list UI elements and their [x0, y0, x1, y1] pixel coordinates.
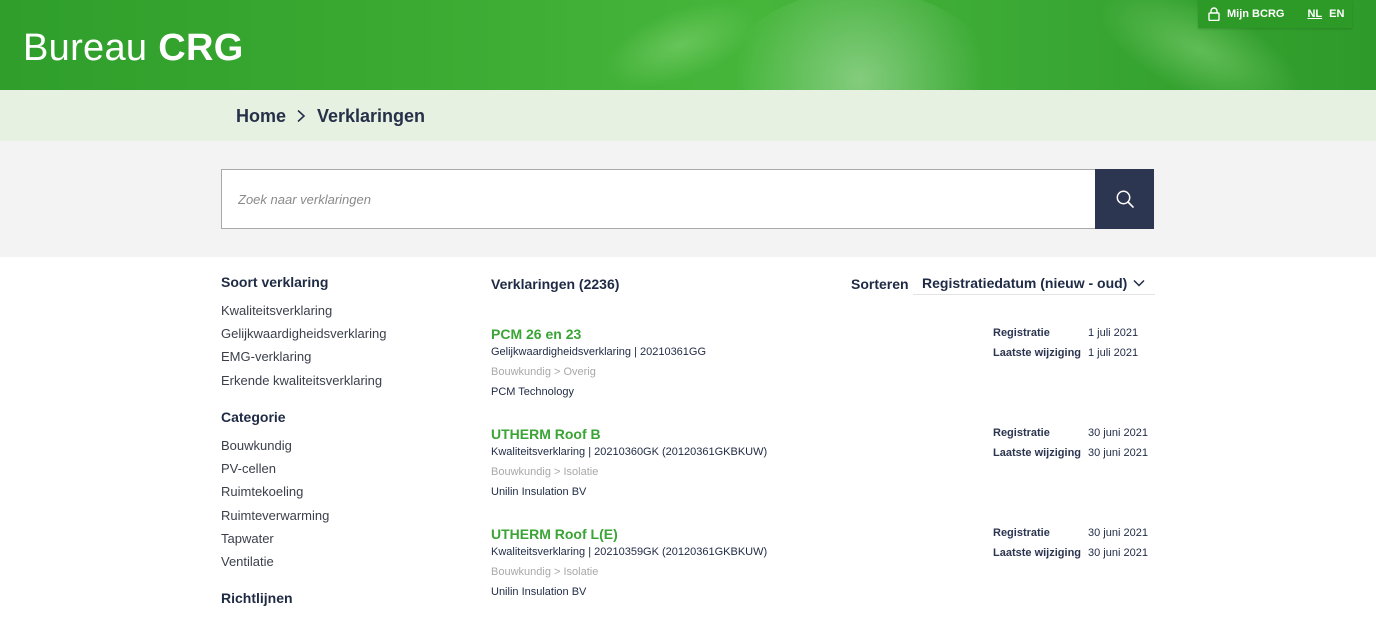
result-type-line: Kwaliteitsverklaring | 20210359GK (20120… [491, 546, 768, 558]
results-count-title: Verklaringen (2236) [491, 276, 620, 292]
lock-icon [1208, 7, 1220, 21]
filter-item-ruimteverwarming[interactable]: Ruimteverwarming [221, 508, 329, 523]
language-en-link[interactable]: EN [1329, 8, 1344, 20]
wijziging-label: Laatste wijziging [993, 447, 1082, 459]
filter-item-ruimtekoeling[interactable]: Ruimtekoeling [221, 484, 303, 499]
registratie-label: Registratie [993, 527, 1050, 539]
breadcrumb-home-link[interactable]: Home [236, 106, 286, 127]
site-logo[interactable]: Bureau CRG [23, 27, 244, 70]
result-type-line: Kwaliteitsverklaring | 20210360GK (20120… [491, 446, 768, 458]
filter-item-emg-verklaring[interactable]: EMG-verklaring [221, 349, 311, 364]
wijziging-date: 30 juni 2021 [1088, 447, 1148, 459]
filter-heading-categorie: Categorie [221, 409, 286, 425]
chevron-down-icon [1133, 279, 1145, 287]
result-company: PCM Technology [491, 386, 574, 398]
result-type-line: Gelijkwaardigheidsverklaring | 20210361G… [491, 346, 707, 358]
wijziging-date: 30 juni 2021 [1088, 547, 1148, 559]
filter-item-ventilatie[interactable]: Ventilatie [221, 554, 274, 569]
search-button[interactable] [1095, 169, 1154, 229]
filter-item-kwaliteitsverklaring[interactable]: Kwaliteitsverklaring [221, 303, 332, 318]
result-company: Unilin Insulation BV [491, 586, 587, 598]
filter-heading-richtlijnen: Richtlijnen [221, 590, 293, 606]
search-icon [1116, 190, 1134, 208]
registratie-date: 30 juni 2021 [1088, 427, 1148, 439]
registratie-date: 1 juli 2021 [1088, 327, 1139, 339]
filter-item-pv-cellen[interactable]: PV-cellen [221, 461, 276, 476]
wijziging-label: Laatste wijziging [993, 347, 1082, 359]
filter-heading-soort: Soort verklaring [221, 274, 329, 290]
logo-text-light: Bureau [23, 27, 148, 69]
filter-item-erkende-kwaliteitsverklaring[interactable]: Erkende kwaliteitsverklaring [221, 373, 382, 388]
logo-text-bold: CRG [158, 27, 244, 69]
result-title-link[interactable]: PCM 26 en 23 [491, 326, 581, 342]
breadcrumb-current: Verklaringen [317, 106, 426, 126]
result-category: Bouwkundig > Isolatie [491, 466, 599, 478]
filter-item-tapwater[interactable]: Tapwater [221, 531, 274, 546]
filter-item-bouwkundig[interactable]: Bouwkundig [221, 438, 292, 453]
wijziging-label: Laatste wijziging [993, 547, 1082, 559]
wijziging-date: 1 juli 2021 [1088, 347, 1139, 359]
breadcrumb [0, 90, 1376, 141]
sort-selected-value: Registratiedatum (nieuw - oud) [922, 275, 1128, 291]
registratie-date: 30 juni 2021 [1088, 527, 1148, 539]
sort-label: Sorteren [851, 276, 909, 292]
filter-item-gelijkwaardigheidsverklaring[interactable]: Gelijkwaardigheidsverklaring [221, 326, 386, 341]
registratie-label: Registratie [993, 327, 1050, 339]
result-category: Bouwkundig > Isolatie [491, 566, 599, 578]
account-language-bar: Mijn BCRG NL EN [1198, 0, 1352, 28]
result-title-link[interactable]: UTHERM Roof B [491, 426, 601, 442]
registratie-label: Registratie [993, 427, 1050, 439]
result-category: Bouwkundig > Overig [491, 366, 596, 378]
chevron-right-icon [297, 109, 306, 123]
result-title-link[interactable]: UTHERM Roof L(E) [491, 526, 618, 542]
search-input[interactable] [221, 169, 1096, 229]
result-company: Unilin Insulation BV [491, 486, 587, 498]
sort-dropdown[interactable]: Registratiedatum (nieuw - oud) [913, 272, 1155, 295]
my-account-link[interactable]: Mijn BCRG [1227, 8, 1284, 20]
language-nl-link[interactable]: NL [1307, 8, 1322, 20]
